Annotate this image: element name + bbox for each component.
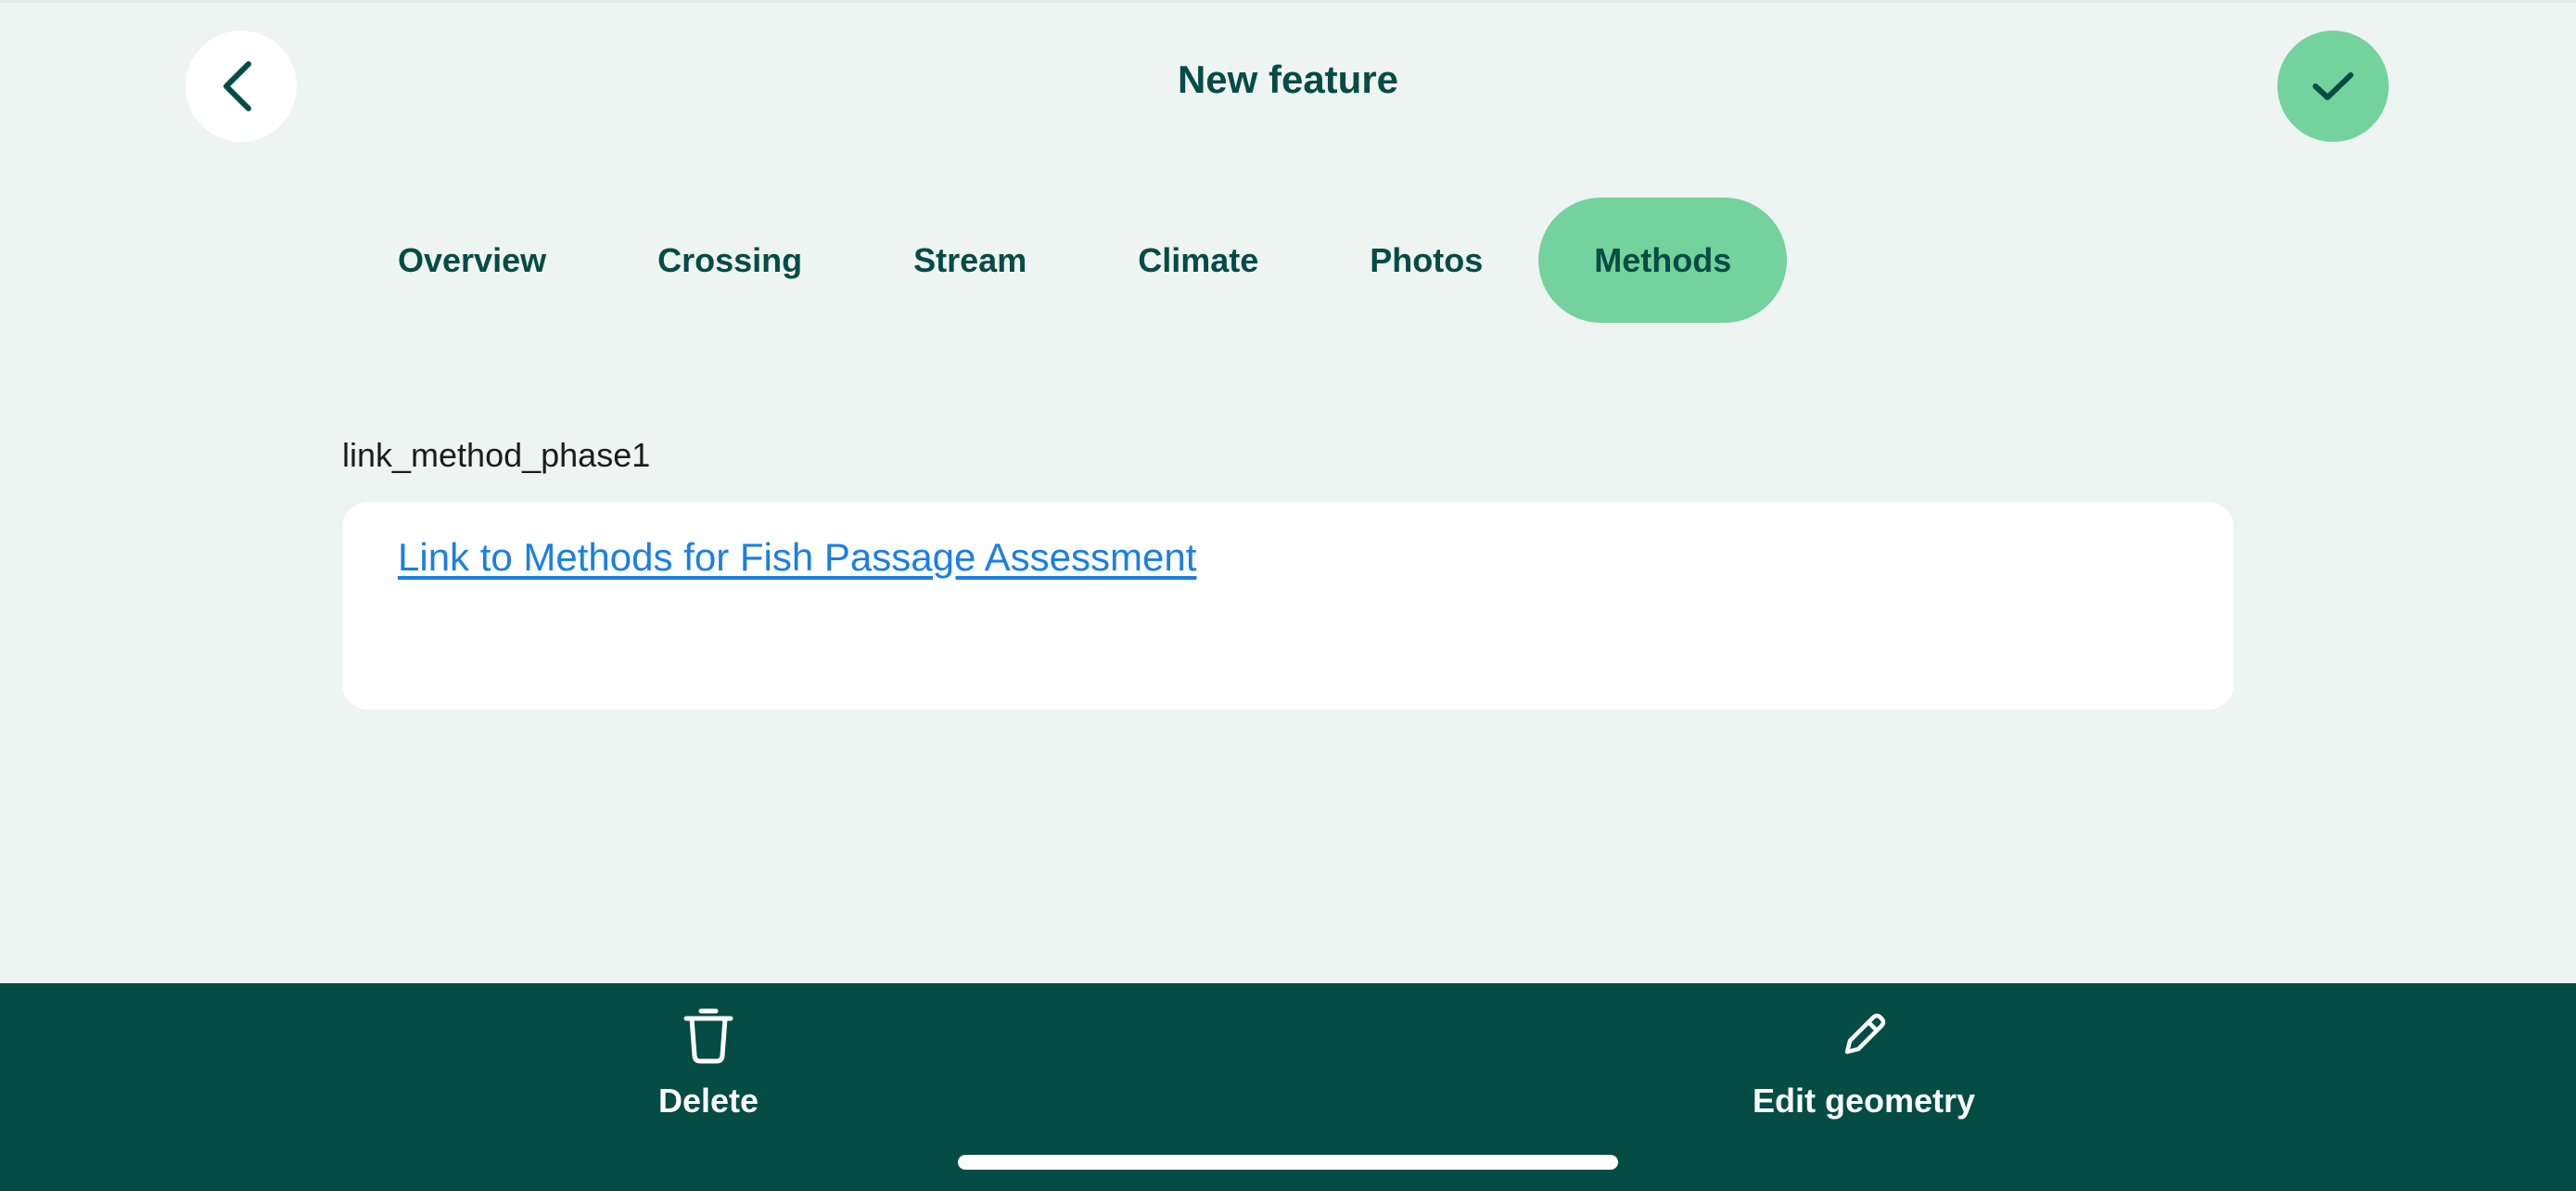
- tab-photos[interactable]: Photos: [1314, 198, 1538, 323]
- tab-stream[interactable]: Stream: [858, 198, 1082, 323]
- field-label: link_method_phase1: [342, 436, 651, 474]
- check-icon: [2313, 72, 2353, 100]
- top-edge-line: [0, 0, 2576, 3]
- field-value-box: Link to Methods for Fish Passage Assessm…: [342, 502, 2234, 710]
- confirm-button[interactable]: [2277, 31, 2389, 142]
- tab-crossing[interactable]: Crossing: [602, 198, 858, 323]
- methods-link[interactable]: Link to Methods for Fish Passage Assessm…: [398, 535, 1196, 580]
- delete-label: Delete: [657, 1082, 759, 1120]
- tab-bar: Overview Crossing Stream Climate Photos …: [342, 198, 1788, 323]
- tab-methods[interactable]: Methods: [1538, 198, 1788, 323]
- tab-climate[interactable]: Climate: [1082, 198, 1314, 323]
- pencil-icon: [1844, 1013, 1886, 1055]
- pencil-icon-wrapper: [1830, 1002, 1897, 1069]
- home-indicator[interactable]: [958, 1155, 1618, 1170]
- edit-geometry-label: Edit geometry: [1752, 1082, 1976, 1120]
- trash-icon: [683, 1008, 733, 1064]
- edit-geometry-button[interactable]: Edit geometry: [1725, 1002, 2003, 1121]
- feature-form-screen: New feature Overview Crossing Stream Cli…: [0, 0, 2576, 1191]
- delete-button[interactable]: Delete: [616, 1002, 801, 1121]
- trash-icon-wrapper: [675, 1002, 742, 1069]
- page-title: New feature: [1177, 58, 1399, 101]
- bottom-toolbar: Delete Edit geometry: [0, 983, 2576, 1191]
- tab-overview[interactable]: Overview: [342, 198, 602, 323]
